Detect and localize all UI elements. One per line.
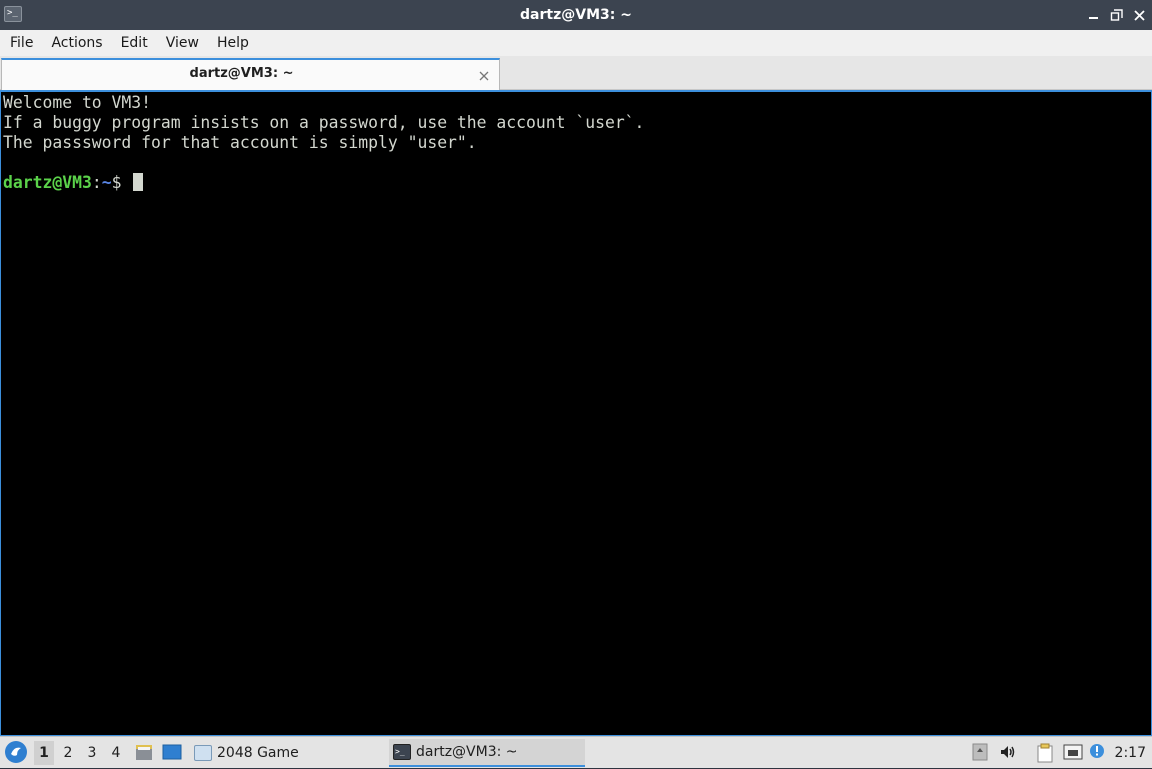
tab-label: dartz@VM3: ~ (189, 66, 294, 81)
prompt-user-host: dartz@VM3 (3, 173, 92, 192)
terminal-line: The passsword for that account is simply… (3, 133, 477, 152)
workspace-1[interactable]: 1 (34, 741, 54, 765)
window-titlebar[interactable]: >_ dartz@VM3: ~ (0, 0, 1152, 30)
menu-file[interactable]: File (0, 30, 42, 56)
prompt-symbol: $ (111, 173, 132, 192)
window-title: dartz@VM3: ~ (520, 7, 632, 23)
terminal-line: If a buggy program insists on a password… (3, 113, 645, 132)
task-label: dartz@VM3: ~ (416, 744, 518, 760)
menu-edit[interactable]: Edit (112, 30, 157, 56)
volume-icon[interactable] (999, 743, 1017, 761)
minimize-icon[interactable] (1087, 9, 1100, 22)
tab-bar: dartz@VM3: ~ (0, 56, 1152, 90)
start-menu-icon[interactable] (5, 741, 27, 763)
taskbar: 1 2 3 4 2048 Game >_ dartz@VM3: ~ 2:17 (0, 736, 1152, 768)
menu-view[interactable]: View (157, 30, 208, 56)
restore-icon[interactable] (1110, 8, 1123, 22)
task-label: 2048 Game (217, 745, 299, 761)
clipboard-icon[interactable] (1036, 743, 1054, 763)
window-controls (1087, 0, 1146, 30)
close-icon[interactable] (1133, 9, 1146, 22)
menu-actions[interactable]: Actions (42, 30, 111, 56)
window-icon (194, 745, 212, 761)
terminal-icon: >_ (393, 744, 411, 760)
network-icon[interactable] (1063, 743, 1083, 761)
prompt-line[interactable]: dartz@VM3:~$ (3, 173, 1151, 193)
show-desktop-icon[interactable] (162, 742, 182, 762)
task-2048-game[interactable]: 2048 Game (190, 739, 303, 767)
terminal-line: Welcome to VM3! (3, 93, 152, 112)
menu-bar: File Actions Edit View Help (0, 30, 1152, 56)
workspace-2[interactable]: 2 (58, 741, 78, 765)
workspace-3[interactable]: 3 (82, 741, 102, 765)
workspace-4[interactable]: 4 (106, 741, 126, 765)
close-icon[interactable] (478, 67, 490, 81)
tab-terminal[interactable]: dartz@VM3: ~ (1, 58, 500, 90)
file-manager-icon[interactable] (134, 742, 154, 762)
prompt-path: ~ (101, 173, 112, 192)
taskbar-clock[interactable]: 2:17 (1115, 737, 1146, 769)
tray-arrow-icon[interactable] (971, 743, 989, 761)
menu-help[interactable]: Help (208, 30, 258, 56)
notification-icon[interactable] (1089, 743, 1107, 761)
task-terminal[interactable]: >_ dartz@VM3: ~ (389, 739, 585, 767)
text-cursor (133, 173, 144, 191)
prompt-separator: : (91, 173, 102, 192)
terminal-output[interactable]: Welcome to VM3! If a buggy program insis… (0, 90, 1152, 736)
